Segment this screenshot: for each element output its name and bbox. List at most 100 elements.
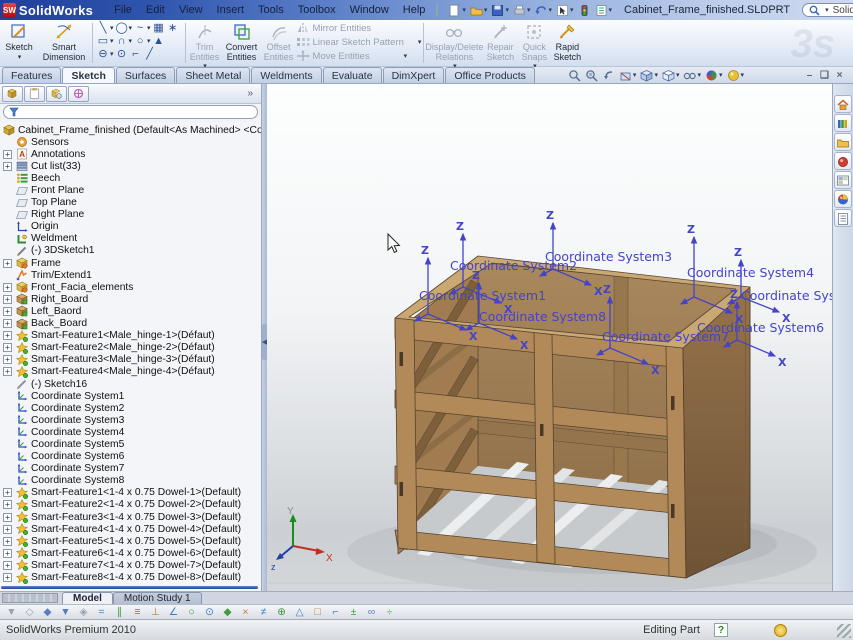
relation-pierce-icon[interactable]: ⌐ <box>328 606 343 618</box>
select-button[interactable]: ▾ <box>555 2 575 18</box>
expand-icon[interactable]: + <box>3 355 12 364</box>
relation-vertical-icon[interactable]: ∥ <box>112 606 127 618</box>
tree-item[interactable]: Coordinate System6 <box>0 451 261 463</box>
tree-item[interactable]: Cabinet_Frame_finished (Default<As Machi… <box>0 124 261 136</box>
undo-button[interactable]: ▾ <box>533 2 553 18</box>
relation-symmetric-icon[interactable]: △ <box>292 606 307 618</box>
tree-item[interactable]: (-) Sketch16 <box>0 378 261 390</box>
menu-file[interactable]: File <box>107 4 139 16</box>
rebuild-button[interactable] <box>577 2 592 18</box>
relation-horizontal-icon[interactable]: = <box>94 606 109 618</box>
sketch-chamfer-tool-button[interactable]: ╱ <box>144 49 156 60</box>
tree-item[interactable]: Front Plane <box>0 184 261 196</box>
hide-show-items-button[interactable]: ▾ <box>683 69 701 82</box>
expand-icon[interactable]: + <box>3 367 12 376</box>
design-library-button[interactable] <box>834 114 852 132</box>
expand-icon[interactable]: + <box>3 513 12 522</box>
tab-office-products[interactable]: Office Products <box>445 67 535 83</box>
fp-tab-featuremanager-tree[interactable] <box>2 86 23 102</box>
tree-item[interactable]: Origin <box>0 221 261 233</box>
print-document-button[interactable]: ▾ <box>512 2 532 18</box>
section-view-button[interactable]: ▾ <box>619 69 637 82</box>
fp-overflow-button[interactable]: » <box>247 88 253 99</box>
view-orientation-button[interactable]: ▾ <box>640 69 658 82</box>
graphics-viewport[interactable]: ZXCoordinate System1ZXCoordinate System2… <box>267 84 832 591</box>
expand-icon[interactable]: + <box>3 162 12 171</box>
offset-entities-button[interactable]: Offset Entities <box>262 20 296 62</box>
appearances-scenes-button[interactable] <box>834 190 852 208</box>
apply-scene-button[interactable]: ▾ <box>727 69 745 82</box>
arc-tool-button[interactable]: ∩▾ <box>116 36 133 47</box>
tree-item[interactable]: +Smart-Feature8<1-4 x 0.75 Dowel-8>(Defa… <box>0 571 261 583</box>
tab-motion-study-1[interactable]: Motion Study 1 <box>113 592 202 604</box>
rapid-sketch-button[interactable]: Rapid Sketch <box>550 20 584 62</box>
search-button[interactable] <box>834 152 852 170</box>
menu-toolbox[interactable]: Toolbox <box>291 4 343 16</box>
expand-icon[interactable]: + <box>3 525 12 534</box>
sketch-button[interactable]: Sketch▾ <box>0 20 38 62</box>
tree-item[interactable]: Beech <box>0 172 261 184</box>
tree-item[interactable]: Coordinate System8 <box>0 475 261 487</box>
tree-item[interactable]: +Left_Baord <box>0 305 261 317</box>
tree-item[interactable]: Coordinate System4 <box>0 426 261 438</box>
expand-icon[interactable]: + <box>3 150 12 159</box>
tree-item[interactable]: +Smart-Feature6<1-4 x 0.75 Dowel-6>(Defa… <box>0 547 261 559</box>
relation-snap-icon[interactable]: ÷ <box>382 606 397 618</box>
trim-entities-button[interactable]: Trim Entities▾ <box>188 20 222 72</box>
menu-help[interactable]: Help <box>396 4 433 16</box>
tree-item[interactable]: +Front_Facia_elements <box>0 281 261 293</box>
select-arrow-icon[interactable]: ▼ <box>58 606 73 618</box>
tab-weldments[interactable]: Weldments <box>251 67 321 83</box>
filter-edges-icon[interactable]: ◇ <box>22 606 37 618</box>
expand-icon[interactable]: + <box>3 500 12 509</box>
search-input[interactable]: ▾ SolidWorks Search <box>802 3 853 17</box>
relation-merge-icon[interactable]: □ <box>310 606 325 618</box>
file-explorer-button[interactable] <box>834 133 852 151</box>
search-scope-dropdown-icon[interactable]: ▾ <box>825 6 829 14</box>
expand-icon[interactable]: + <box>3 319 12 328</box>
smart-dimension-button[interactable]: Smart Dimension <box>38 20 90 62</box>
sketch-fillet-tool-button[interactable]: ⌐ <box>130 49 142 60</box>
expand-icon[interactable]: + <box>3 561 12 570</box>
doc-close-button[interactable]: × <box>832 70 847 81</box>
menu-tools[interactable]: Tools <box>251 4 291 16</box>
ellipse-tool-button[interactable]: ○▾ <box>134 36 151 47</box>
relation-fix-icon[interactable]: ⊕ <box>274 606 289 618</box>
tree-item[interactable]: +Smart-Feature4<1-4 x 0.75 Dowel-4>(Defa… <box>0 523 261 535</box>
spline-tool-button[interactable]: ~▾ <box>134 23 151 34</box>
options-button[interactable]: ▾ <box>594 2 614 18</box>
tree-item[interactable]: Coordinate System2 <box>0 402 261 414</box>
tree-item[interactable]: +Right_Board <box>0 293 261 305</box>
expand-icon[interactable]: + <box>3 537 12 546</box>
new-document-button[interactable]: ▾ <box>447 2 467 18</box>
relation-coincident-icon[interactable]: × <box>238 606 253 618</box>
tree-item[interactable]: Coordinate System3 <box>0 414 261 426</box>
polygon-tool-button[interactable]: ▲ <box>153 36 165 47</box>
previous-view-button[interactable] <box>602 69 615 82</box>
expand-icon[interactable]: + <box>3 331 12 340</box>
convert-entities-button[interactable]: Convert Entities <box>222 20 262 62</box>
tree-item[interactable]: +Smart-Feature7<1-4 x 0.75 Dowel-7>(Defa… <box>0 559 261 571</box>
filter-vertices-icon[interactable]: ▼ <box>4 606 19 618</box>
slot-tool-button[interactable]: ⊖▾ <box>97 49 114 60</box>
custom-properties-button[interactable] <box>834 209 852 227</box>
relation-equal-icon[interactable]: ≠ <box>256 606 271 618</box>
tree-item[interactable]: +Smart-Feature2<Male_hinge-2>(Défaut) <box>0 342 261 354</box>
zoom-to-fit-button[interactable] <box>568 69 581 82</box>
tree-item[interactable]: +Smart-Feature3<Male_hinge-3>(Défaut) <box>0 354 261 366</box>
tab-surfaces[interactable]: Surfaces <box>116 67 175 83</box>
tree-item[interactable]: +Smart-Feature1<1-4 x 0.75 Dowel-1>(Defa… <box>0 487 261 499</box>
tree-item[interactable]: +Back_Board <box>0 318 261 330</box>
tree-item[interactable]: +Smart-Feature2<1-4 x 0.75 Dowel-2>(Defa… <box>0 499 261 511</box>
tab-dimxpert[interactable]: DimXpert <box>383 67 445 83</box>
pattern-tool-button[interactable]: ▦ <box>153 23 165 34</box>
line-tool-button[interactable]: ╲▾ <box>97 23 114 34</box>
relation-collinear-icon[interactable]: ≡ <box>130 606 145 618</box>
relation-offset-icon[interactable]: ± <box>346 606 361 618</box>
relation-parallel-icon[interactable]: ∠ <box>166 606 181 618</box>
relation-tangent-icon[interactable]: ○ <box>184 606 199 618</box>
tree-item[interactable]: Sensors <box>0 136 261 148</box>
mirror-entities-button[interactable]: Mirror Entities <box>296 21 422 35</box>
circle-tool-button[interactable]: ◯▾ <box>116 23 133 34</box>
expand-icon[interactable]: + <box>3 488 12 497</box>
